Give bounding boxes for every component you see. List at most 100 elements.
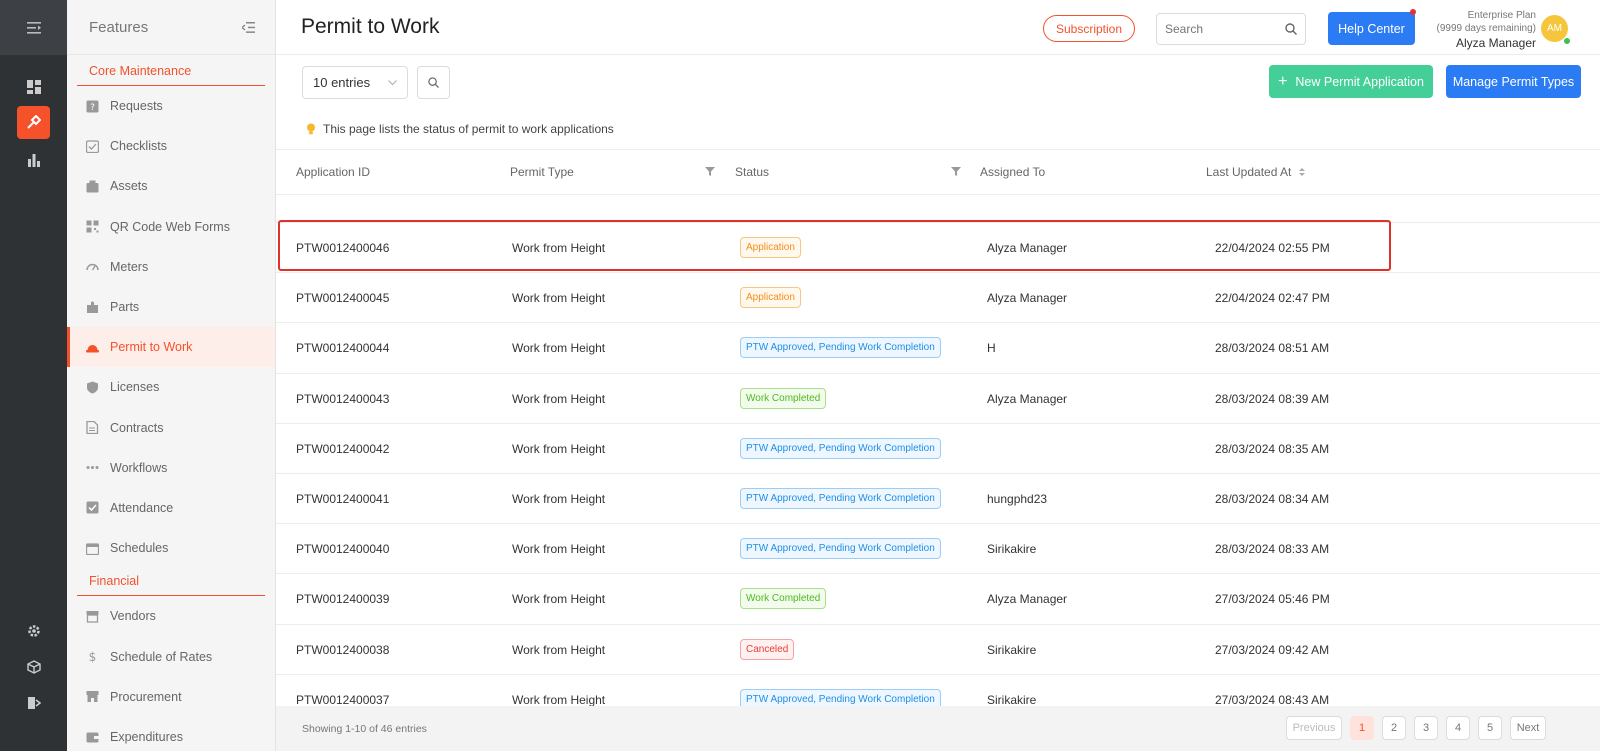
pagination: Previous 1 2 3 4 5 Next: [1286, 716, 1546, 740]
contract-icon: [86, 421, 99, 435]
user-name: Alyza Manager: [1455, 36, 1536, 50]
status-badge: Work Completed: [740, 588, 827, 610]
rail-settings-button[interactable]: [17, 614, 50, 647]
subscription-button[interactable]: Subscription: [1043, 15, 1135, 42]
assigned-to: Alyza Manager: [987, 291, 1068, 306]
status-badge: PTW Approved, Pending Work Completion: [740, 538, 941, 560]
sidebar-item-attendance[interactable]: Attendance: [67, 488, 275, 528]
rail-dashboard-button[interactable]: [17, 70, 50, 103]
new-permit-application-button[interactable]: + New Permit Application: [1269, 65, 1433, 98]
table-row[interactable]: PTW0012400040 Work from Height PTW Approve…: [276, 524, 1600, 575]
analytics-icon: [27, 153, 40, 167]
sidebar-item-vendors[interactable]: Vendors: [67, 596, 275, 636]
application-id[interactable]: PTW0012400044: [296, 341, 389, 355]
page-button-2[interactable]: 2: [1382, 716, 1406, 740]
application-id[interactable]: PTW0012400040: [296, 542, 389, 556]
qr-code-icon: [86, 220, 99, 233]
sidebar-item-checklists[interactable]: Checklists: [67, 126, 275, 166]
table-row[interactable]: PTW0012400042 Work from Height PTW Approve…: [276, 424, 1600, 474]
application-id[interactable]: PTW0012400042: [296, 442, 389, 456]
application-id[interactable]: PTW0012400045: [296, 291, 389, 305]
application-id[interactable]: PTW0012400041: [296, 492, 389, 506]
rail-modules-button[interactable]: [17, 650, 50, 683]
assigned-to: Alyza Manager: [987, 592, 1068, 607]
cart-icon: [86, 690, 99, 703]
sidebar-item-parts[interactable]: Parts: [67, 287, 275, 327]
application-id[interactable]: PTW0012400038: [296, 643, 389, 657]
check-square-icon: [86, 501, 99, 514]
sidebar-item-procurement[interactable]: Procurement: [67, 677, 275, 717]
sidebar-item-meters[interactable]: Meters: [67, 247, 275, 287]
sidebar-item-schedules[interactable]: Schedules: [67, 528, 275, 568]
calendar-icon: [86, 542, 99, 555]
sidebar-item-label: Schedule of Rates: [110, 649, 213, 664]
sidebar-item-assets[interactable]: Assets: [67, 166, 275, 206]
sidebar-item-expenditures[interactable]: Expenditures: [67, 717, 275, 751]
table-row[interactable]: PTW0012400044 Work from Height PTW Approve…: [276, 323, 1600, 374]
sidebar-item-label: QR Code Web Forms: [110, 219, 230, 234]
sidebar-item-qr-code-web-forms[interactable]: QR Code Web Forms: [67, 207, 275, 247]
rail-maintenance-button[interactable]: [17, 106, 50, 139]
search-icon[interactable]: [1285, 23, 1297, 35]
col-permit-type[interactable]: Permit Type: [510, 165, 574, 179]
sidebar-item-contracts[interactable]: Contracts: [67, 408, 275, 448]
table-row[interactable]: PTW0012400045 Work from Height Application…: [276, 273, 1600, 324]
table-search-button[interactable]: [417, 66, 450, 99]
col-last-updated[interactable]: Last Updated At: [1206, 165, 1306, 179]
page-button-5[interactable]: 5: [1478, 716, 1502, 740]
rail-analytics-button[interactable]: [17, 143, 50, 176]
features-sidebar: Features Core Maintenance ? Requests Check…: [67, 0, 276, 751]
status-filter-icon[interactable]: [951, 167, 961, 176]
permit-type: Work from Height: [512, 241, 606, 255]
section-core-maintenance: Core Maintenance: [77, 64, 265, 86]
previous-page-button[interactable]: Previous: [1286, 716, 1342, 740]
user-info[interactable]: Enterprise Plan (9999 days remaining) Al…: [1416, 9, 1537, 51]
search-input[interactable]: [1165, 22, 1275, 36]
sidebar-item-requests[interactable]: ? Requests: [67, 86, 275, 126]
sidebar-item-schedule-of-rates[interactable]: $ Schedule of Rates: [67, 636, 275, 676]
menu-toggle-button[interactable]: [0, 0, 67, 55]
sidebar-item-label: Licenses: [110, 380, 160, 395]
application-id[interactable]: PTW0012400046: [296, 241, 389, 255]
page-button-4[interactable]: 4: [1446, 716, 1470, 740]
help-center-button[interactable]: Help Center: [1328, 12, 1415, 45]
status-badge: PTW Approved, Pending Work Completion: [740, 487, 941, 509]
permit-type-filter-icon[interactable]: [705, 167, 715, 176]
sidebar-item-label: Assets: [110, 179, 148, 194]
sidebar-item-label: Procurement: [110, 689, 182, 704]
permit-type: Work from Height: [512, 441, 606, 456]
sidebar-item-permit-to-work[interactable]: Permit to Work: [67, 327, 275, 368]
application-id[interactable]: PTW0012400043: [296, 392, 389, 406]
sidebar-header: Features: [67, 0, 275, 55]
page-button-1[interactable]: 1: [1350, 716, 1374, 740]
application-id[interactable]: PTW0012400037: [296, 693, 389, 707]
table-row[interactable]: PTW0012400041 Work from Height PTW Approve…: [276, 474, 1600, 525]
shield-icon: [86, 381, 99, 394]
checklist-icon: [86, 140, 99, 153]
icon-rail: [0, 0, 67, 751]
next-page-button[interactable]: Next: [1510, 716, 1546, 740]
page-button-3[interactable]: 3: [1414, 716, 1438, 740]
table-row[interactable]: PTW0012400043 Work from Height Work Comple…: [276, 374, 1600, 424]
table-row[interactable]: PTW0012400038 Work from Height Canceled Sir…: [276, 625, 1600, 675]
sidebar-item-workflows[interactable]: Workflows: [67, 448, 275, 488]
col-status[interactable]: Status: [735, 165, 769, 179]
table-row[interactable]: PTW0012400039 Work from Height Work Comple…: [276, 574, 1600, 625]
sidebar-item-licenses[interactable]: Licenses: [67, 367, 275, 407]
sidebar-item-label: Permit to Work: [110, 340, 193, 355]
sort-icon: [1299, 168, 1306, 176]
gauge-icon: [86, 260, 99, 273]
table-row[interactable]: PTW0012400046 Work from Height Application…: [276, 223, 1600, 274]
entries-value: 10 entries: [313, 75, 371, 90]
entries-select[interactable]: 10 entries: [302, 66, 408, 99]
dollar-icon: $: [86, 650, 99, 663]
application-id[interactable]: PTW0012400039: [296, 592, 389, 606]
collapse-sidebar-icon[interactable]: [242, 21, 255, 33]
permit-type: Work from Height: [512, 642, 606, 657]
sidebar-item-label: Expenditures: [110, 729, 183, 744]
col-application-id[interactable]: Application ID: [296, 165, 370, 179]
manage-permit-types-button[interactable]: Manage Permit Types: [1446, 65, 1581, 98]
showing-entries: Showing 1-10 of 46 entries: [302, 723, 427, 735]
col-assigned-to[interactable]: Assigned To: [980, 165, 1045, 179]
rail-logout-button[interactable]: [17, 686, 50, 719]
